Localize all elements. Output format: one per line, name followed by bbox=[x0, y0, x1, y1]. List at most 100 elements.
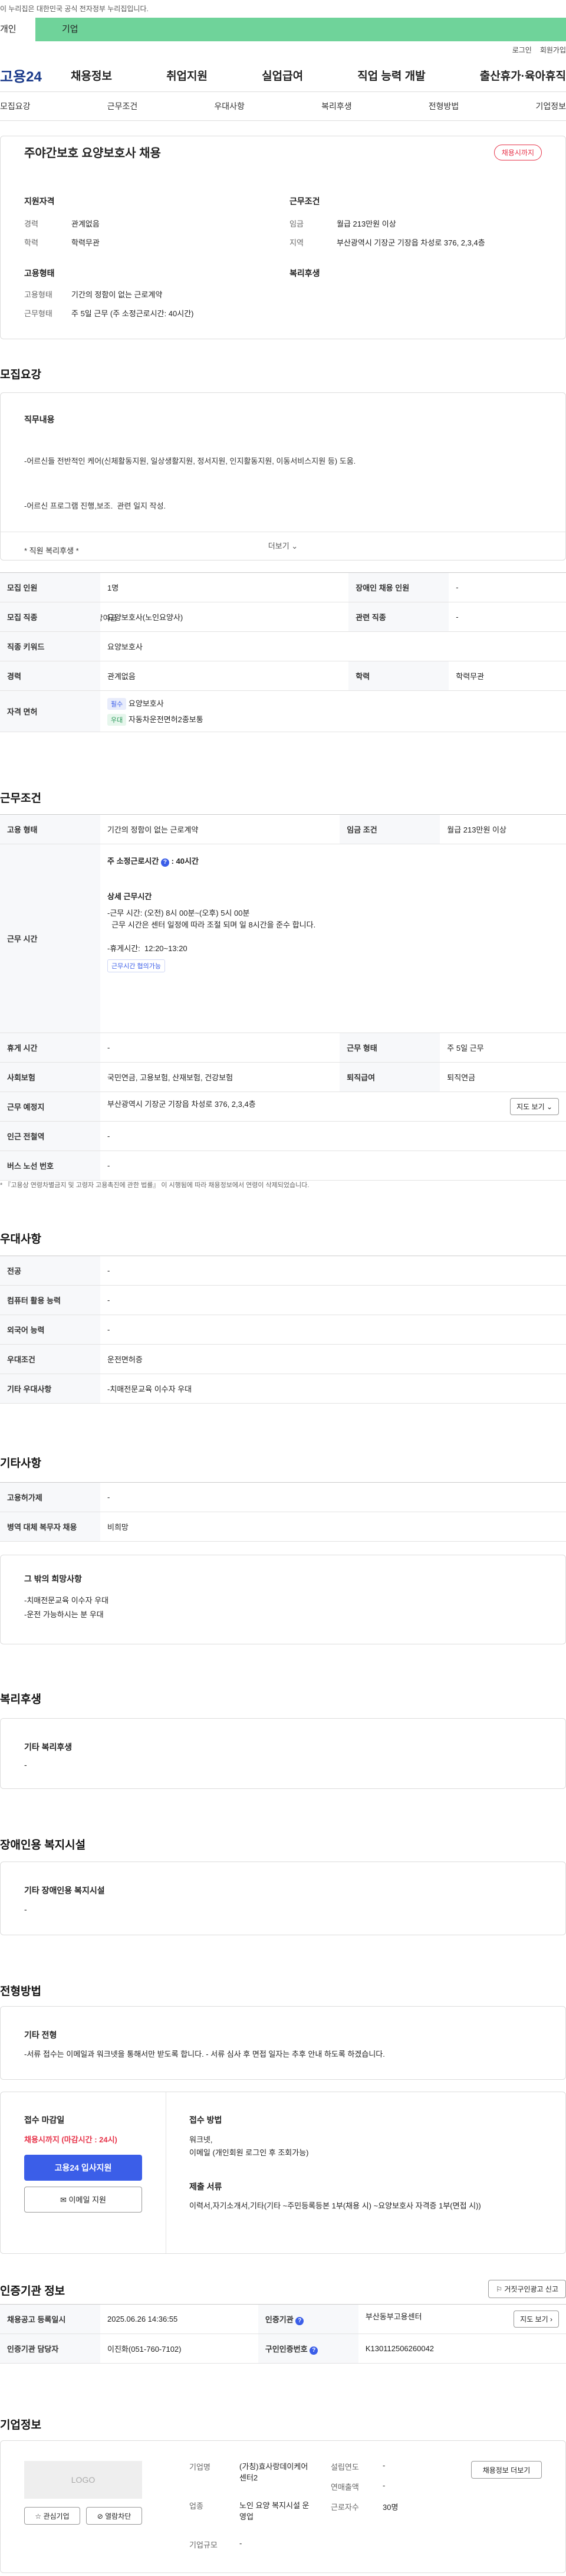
cell-header: 학력 bbox=[348, 661, 449, 691]
detail-line: -휴게시간: 12:20~13:20 bbox=[107, 944, 187, 953]
tab-business[interactable]: 기업 bbox=[35, 18, 566, 41]
info-icon[interactable]: ? bbox=[160, 858, 169, 867]
company-jobs-button[interactable]: 채용정보 더보기 bbox=[471, 2461, 542, 2479]
cell-value: 학력무관 bbox=[449, 661, 566, 691]
founded-value: - bbox=[383, 2461, 386, 2470]
emp-type-value: 기간의 정함이 없는 근로계약 bbox=[71, 290, 163, 299]
disabled-card: 기타 장애인용 복지시설 - bbox=[0, 1861, 566, 1935]
favorite-company-button[interactable]: ☆ 관심기업 bbox=[24, 2507, 80, 2525]
weekly-hours-label: 주 소정근로시간 bbox=[107, 857, 159, 866]
cell-header: 버스 노선 번호 bbox=[0, 1151, 100, 1181]
work-time-cell: 주 소정근로시간 ? : 40시간 상세 근무시간 -근무 시간: (오전) 8… bbox=[100, 844, 566, 1033]
company-name-label: 기업명 bbox=[189, 2463, 210, 2472]
email-apply-button[interactable]: ✉ 이메일 지원 bbox=[24, 2187, 142, 2213]
info-icon[interactable]: ? bbox=[310, 2346, 318, 2355]
company-card: LOGO ☆ 관심기업 ⊘ 열람차단 기업명 (가칭)효사랑데이케어센터2 업종… bbox=[0, 2440, 566, 2573]
cell-value: K130112506260042 bbox=[358, 2334, 566, 2364]
global-nav: 고용24 채용정보 취업지원 실업급여 직업 능력 개발 출산휴가·육아휴직 bbox=[0, 59, 566, 91]
selection-etc-title: 기타 전형 bbox=[24, 2030, 57, 2040]
selection-etc-text: -서류 접수는 이메일과 워크넷을 통해서만 받도록 합니다. - 서류 심사 … bbox=[24, 2050, 385, 2059]
cell-header: 모집 직종 bbox=[0, 602, 100, 632]
cell-header: 인근 전철역 bbox=[0, 1121, 100, 1151]
career-value: 관계없음 bbox=[71, 219, 100, 228]
table-row: 휴게 시간 - 근무 형태 주 5일 근무 bbox=[0, 1033, 566, 1063]
subnav-workcond[interactable]: 근무조건 bbox=[107, 100, 138, 112]
agency-table: 채용공고 등록일시 2025.06.26 14:36:55 인증기관 ? 부산동부고용… bbox=[0, 2304, 566, 2364]
deadline-title: 접수 마감일 bbox=[24, 2115, 65, 2125]
work-value: 주 5일 근무 (주 소정근로시간: 40시간) bbox=[71, 309, 194, 318]
method-line: 워크넷, bbox=[189, 2135, 213, 2144]
cell-header: 경력 bbox=[0, 661, 100, 691]
cell-header: 모집 인원 bbox=[0, 572, 100, 602]
duty-card: 직무내용 -어르신들 전반적인 케어(신체활동지원, 일상생활지원, 정서지원,… bbox=[0, 392, 566, 690]
license-name: 자동차운전면허2종보통 bbox=[128, 715, 203, 724]
table-row: 외국어 능력 - bbox=[0, 1315, 566, 1345]
subnav-recruit[interactable]: 모집요강 bbox=[0, 100, 31, 112]
wage-label: 임금 bbox=[289, 219, 304, 228]
deadline-value: 채용시까지 (마감시간 : 24시) bbox=[24, 2135, 117, 2144]
industry-value: 노인 요양 복지시설 운영업 bbox=[239, 2501, 310, 2521]
table-row: 버스 노선 번호 - bbox=[0, 1151, 566, 1181]
gnb-support[interactable]: 취업지원 bbox=[166, 67, 208, 83]
section-nav: 모집요강 근무조건 우대사항 복리후생 전형방법 기업정보 bbox=[0, 91, 566, 121]
subnav-pref[interactable]: 우대사항 bbox=[214, 100, 245, 112]
agency-heading: 인증기관 정보 bbox=[0, 2285, 65, 2298]
gnb-unemployment[interactable]: 실업급여 bbox=[262, 67, 303, 83]
detail-text: -근무 시간: (오전) 8시 00분~(오후) 5시 00분 근무 시간은 센… bbox=[107, 907, 559, 955]
agency-map-button[interactable]: 지도 보기 › bbox=[514, 2310, 559, 2328]
cell-value: 비희망 bbox=[100, 1512, 566, 1542]
cell-header: 관련 직종 bbox=[348, 602, 449, 632]
table-row: 모집 인원 1명 장애인 채용 인원 - bbox=[0, 572, 566, 602]
recruit-table: 모집 인원 1명 장애인 채용 인원 - 모집 직종 요양보호사(노인요양사) 관련 직종… bbox=[0, 572, 566, 732]
region-label: 지역 bbox=[289, 238, 304, 247]
more-button[interactable]: 더보기 ⌄ bbox=[1, 532, 565, 560]
agency-name: 부산동부고용센터 bbox=[365, 2312, 422, 2321]
edu-value: 학력무관 bbox=[71, 238, 100, 247]
user-type-tabs: 개인 기업 bbox=[0, 18, 566, 41]
welfare-title: 복리후생 bbox=[289, 268, 320, 278]
tab-individual[interactable]: 개인 bbox=[0, 18, 35, 41]
email-apply-label: 이메일 지원 bbox=[68, 2195, 106, 2204]
cell-header: 인증기관 담당자 bbox=[0, 2334, 100, 2364]
cell-header: 자격 면허 bbox=[0, 690, 100, 732]
gnb-training[interactable]: 직업 능력 개발 bbox=[357, 67, 425, 83]
cell-header: 사회보험 bbox=[0, 1062, 100, 1092]
subnav-company[interactable]: 기업정보 bbox=[535, 100, 566, 112]
site-logo[interactable]: 고용24 bbox=[0, 65, 71, 86]
cell-value: 운전면허증 bbox=[100, 1344, 566, 1374]
place-value: 부산광역시 기장군 기장읍 차성로 376, 2,3,4층 bbox=[107, 1100, 256, 1109]
license-name: 요양보호사 bbox=[128, 699, 164, 708]
cell-header: 휴게 시간 bbox=[0, 1033, 100, 1063]
method-text: 워크넷, 이메일 (개인회원 로그인 후 조회가능) bbox=[189, 2133, 309, 2159]
disabled-heading: 장애인용 복지시설 bbox=[0, 1839, 86, 1851]
cell-value: 관계없음 bbox=[100, 661, 349, 691]
info-icon[interactable]: ? bbox=[295, 2316, 304, 2325]
hours-negotiable-link[interactable]: 근무시간 협의가능 bbox=[107, 959, 166, 972]
detail-line: 근무 시간은 센터 일정에 따라 조절 되며 일 8시간을 준수 합니다. bbox=[107, 920, 316, 929]
login-link[interactable]: 로그인 bbox=[512, 46, 532, 54]
cell-header: 외국어 능력 bbox=[0, 1315, 100, 1345]
pref-table: 전공 - 컴퓨터 활용 능력 - 외국어 능력 - 우대조건 운전면허증 기타 우대사항… bbox=[0, 1256, 566, 1404]
cond-title: 근무조건 bbox=[289, 196, 320, 206]
cell-header-text: 인증기관 bbox=[265, 2315, 294, 2324]
sales-value: - bbox=[383, 2481, 386, 2490]
etc-heading: 기타사항 bbox=[0, 1457, 41, 1470]
signup-link[interactable]: 회원가입 bbox=[540, 46, 566, 54]
table-row: 사회보험 국민연금, 고용보험, 산재보험, 건강보험 퇴직급여 퇴직연금 bbox=[0, 1062, 566, 1092]
docs-text: 이력서,자기소개서,기타(기타 ~주민등록등본 1부(채용 시) ~요양보호사 … bbox=[189, 2201, 481, 2210]
license-cell: 필수 요양보호사 우대 자동차운전면허2종보통 bbox=[100, 690, 566, 732]
cell-value: - bbox=[100, 1482, 566, 1512]
gnb-leave[interactable]: 출산휴가·육아휴직 bbox=[480, 67, 566, 83]
subnav-selection[interactable]: 전형방법 bbox=[429, 100, 459, 112]
cell-value: 1명 bbox=[100, 572, 349, 602]
subnav-welfare[interactable]: 복리후생 bbox=[321, 100, 352, 112]
apply-button[interactable]: 고용24 입사지원 bbox=[24, 2155, 142, 2181]
cell-header: 직종 키워드 bbox=[0, 631, 100, 661]
workcond-table: 고용 형태 기간의 정함이 없는 근로계약 임금 조건 월급 213만원 이상 근무 … bbox=[0, 814, 566, 1181]
report-button[interactable]: ⚐ 거짓구인광고 신고 bbox=[488, 2280, 566, 2298]
map-toggle-button[interactable]: 지도 보기 ⌄ bbox=[510, 1098, 559, 1115]
gnb-jobs[interactable]: 채용정보 bbox=[71, 67, 112, 83]
block-label: 열람차단 bbox=[105, 2512, 131, 2521]
block-company-button[interactable]: ⊘ 열람차단 bbox=[86, 2507, 142, 2525]
report-label: 거짓구인광고 신고 bbox=[504, 2285, 558, 2293]
